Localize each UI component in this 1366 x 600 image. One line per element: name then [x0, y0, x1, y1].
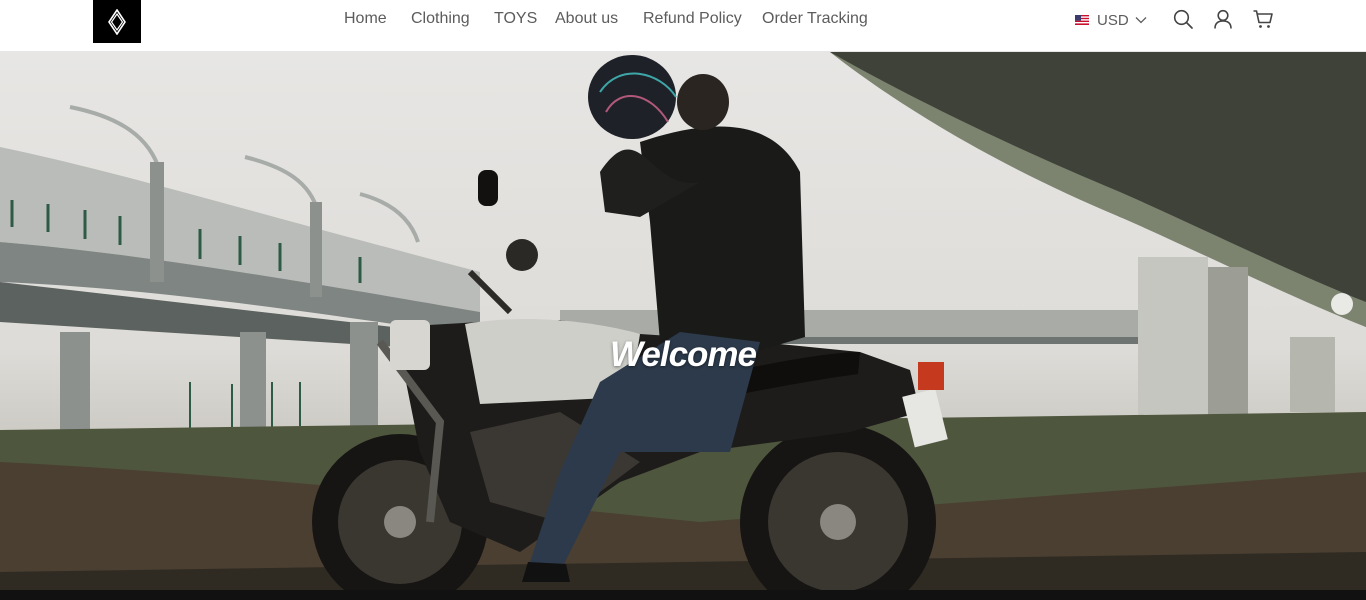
chevron-down-icon [1135, 17, 1147, 24]
nav-toys[interactable]: TOYS [494, 10, 537, 28]
main-nav: Home Clothing TOYS About us Refund Polic… [0, 0, 1366, 40]
hero-bottom-edge [0, 590, 1366, 600]
currency-selector[interactable]: USD [1075, 10, 1147, 30]
nav-clothing[interactable]: Clothing [411, 10, 470, 28]
hero-image-motorcyclist [0, 52, 1366, 590]
currency-label: USD [1097, 11, 1129, 29]
search-icon[interactable] [1172, 8, 1194, 30]
nav-home[interactable]: Home [344, 10, 387, 28]
hero-banner: Welcome [0, 52, 1366, 590]
account-icon[interactable] [1212, 8, 1234, 30]
site-logo[interactable] [93, 0, 141, 43]
nav-order-tracking[interactable]: Order Tracking [762, 10, 868, 28]
nav-refund-policy[interactable]: Refund Policy [643, 10, 742, 28]
nav-about-us[interactable]: About us [555, 10, 618, 28]
diamond-logo-icon [108, 8, 126, 35]
us-flag-icon [1075, 15, 1089, 25]
cart-icon[interactable] [1252, 8, 1274, 30]
site-header: Home Clothing TOYS About us Refund Polic… [0, 0, 1366, 52]
hero-title: Welcome [609, 335, 757, 374]
